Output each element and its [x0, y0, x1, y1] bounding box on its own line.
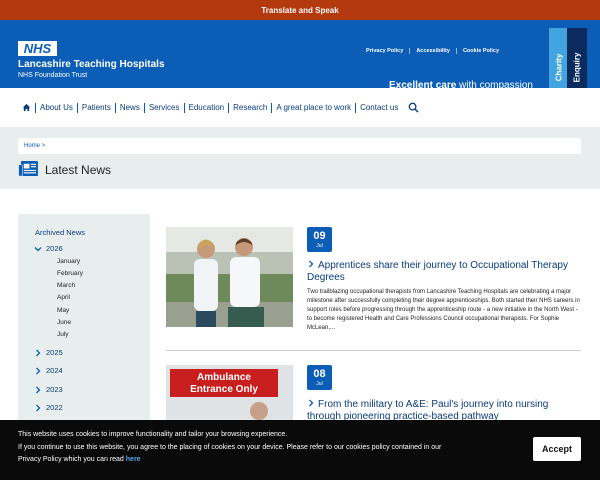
org-name[interactable]: Lancashire Teaching Hospitals	[18, 59, 165, 70]
chevron-right-icon	[309, 399, 314, 407]
archive-sidebar: Archived News 2026 January February Marc…	[18, 214, 150, 424]
cookie-text-line: This website uses cookies to improve fun…	[18, 431, 288, 438]
article-divider	[166, 350, 581, 351]
page-title: Latest News	[45, 163, 112, 177]
page-header-band: Home > Latest News	[0, 127, 600, 189]
sign-text-line1: Ambulance	[197, 372, 251, 383]
news-article: Ambulance Entrance Only 08 Jul From the …	[166, 365, 581, 465]
year-2025-toggle[interactable]: 2025	[34, 348, 63, 357]
chevron-right-icon	[36, 349, 41, 356]
cookie-banner: This website uses cookies to improve fun…	[0, 420, 600, 480]
year-label: 2023	[46, 385, 63, 394]
year-2026-toggle[interactable]: 2026	[34, 244, 63, 253]
nav-item-services[interactable]: Services	[143, 102, 184, 113]
search-icon[interactable]	[408, 102, 419, 113]
translate-and-speak-button[interactable]: Translate and Speak	[0, 0, 600, 20]
cookie-text-line: If you continue to use this website, you…	[18, 444, 442, 451]
org-subtitle: NHS Foundation Trust	[18, 72, 88, 79]
date-day: 08	[313, 368, 326, 380]
date-day: 09	[313, 230, 326, 242]
article-photo[interactable]	[166, 227, 293, 327]
archived-news-heading[interactable]: Archived News	[35, 228, 85, 237]
nav-item-research[interactable]: Research	[228, 102, 271, 113]
month-link-january[interactable]: January	[57, 258, 80, 265]
sign-text-line2: Entrance Only	[190, 384, 258, 395]
nav-item-news[interactable]: News	[114, 102, 144, 113]
year-label: 2024	[46, 366, 63, 375]
privacy-policy-link[interactable]: Privacy Policy	[360, 48, 409, 54]
chevron-down-icon	[34, 246, 42, 251]
nav-item-about-us[interactable]: About Us	[35, 102, 77, 113]
nav-item-contact-us[interactable]: Contact us	[355, 102, 402, 113]
month-link-june[interactable]: June	[57, 319, 71, 326]
home-icon[interactable]	[22, 103, 31, 112]
month-link-april[interactable]: April	[57, 294, 70, 301]
year-label: 2025	[46, 348, 63, 357]
nav-item-patients[interactable]: Patients	[76, 102, 115, 113]
nav-item-education[interactable]: Education	[183, 102, 229, 113]
year-2023-toggle[interactable]: 2023	[34, 385, 63, 394]
chevron-right-icon	[36, 404, 41, 411]
charity-tab-label: Charity	[554, 53, 564, 81]
utility-links: Privacy Policy Accessibility Cookie Poli…	[360, 48, 505, 54]
nhs-logo[interactable]: NHS	[18, 41, 57, 56]
month-link-february[interactable]: February	[57, 270, 83, 277]
chevron-right-icon	[309, 260, 314, 268]
cookie-text-line: Privacy Policy which you can read here	[18, 456, 141, 463]
year-2024-toggle[interactable]: 2024	[34, 366, 63, 375]
newspaper-icon	[18, 160, 38, 177]
main-nav: About Us Patients News Services Educatio…	[0, 88, 600, 127]
breadcrumb-home-link[interactable]: Home >	[24, 143, 45, 149]
enquiry-tab-label: Enquiry	[572, 52, 582, 82]
article-title: From the military to A&E: Paul's journey…	[307, 399, 549, 422]
month-link-july[interactable]: July	[57, 331, 69, 338]
cookie-text: Privacy Policy which you can read	[18, 456, 126, 463]
accept-cookies-button[interactable]: Accept	[533, 437, 581, 461]
breadcrumb: Home >	[18, 138, 581, 154]
date-month: Jul	[316, 381, 323, 387]
news-article: 09 Jul Apprentices share their journey t…	[166, 227, 581, 337]
cookie-policy-link[interactable]: Cookie Policy	[455, 48, 505, 54]
site-header: NHS Lancashire Teaching Hospitals NHS Fo…	[0, 20, 600, 91]
article-title-link[interactable]: Apprentices share their journey to Occup…	[307, 260, 572, 284]
year-2022-toggle[interactable]: 2022	[34, 403, 63, 412]
chevron-right-icon	[36, 367, 41, 374]
chevron-right-icon	[36, 386, 41, 393]
translate-label: Translate and Speak	[261, 5, 339, 15]
date-badge: 09 Jul	[307, 227, 332, 252]
month-link-march[interactable]: March	[57, 282, 75, 289]
accessibility-link[interactable]: Accessibility	[409, 48, 456, 54]
date-badge: 08 Jul	[307, 365, 332, 390]
year-label: 2026	[46, 244, 63, 253]
year-label: 2022	[46, 403, 63, 412]
month-link-may[interactable]: May	[57, 307, 69, 314]
date-month: Jul	[316, 243, 323, 249]
nav-item-careers[interactable]: A great place to work	[271, 102, 355, 113]
article-summary: Two trailblazing occupational therapists…	[307, 289, 580, 331]
cookie-policy-here-link[interactable]: here	[126, 456, 141, 463]
article-title: Apprentices share their journey to Occup…	[307, 260, 568, 283]
